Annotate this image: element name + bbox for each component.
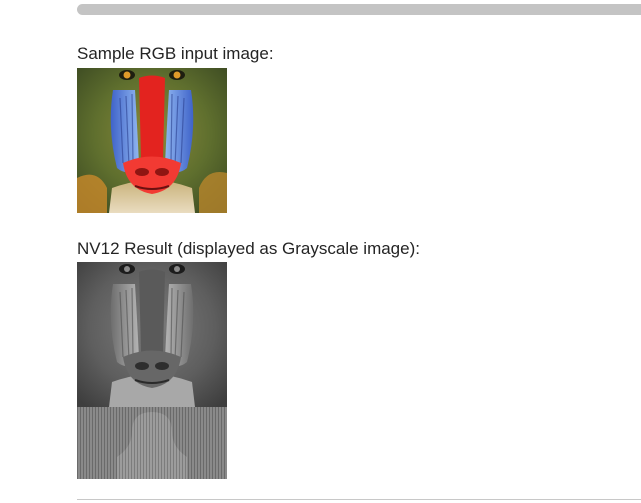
rgb-caption: Sample RGB input image: [77,44,274,63]
page: Sample RGB input image: NV12 Result (dis… [0,0,641,503]
mandrill-rgb-image [77,68,227,213]
mandrill-nv12-grayscale-image [77,262,227,479]
horizontal-scrollbar[interactable] [77,4,641,15]
nv12-caption: NV12 Result (displayed as Grayscale imag… [77,239,420,258]
bottom-divider [77,499,641,500]
